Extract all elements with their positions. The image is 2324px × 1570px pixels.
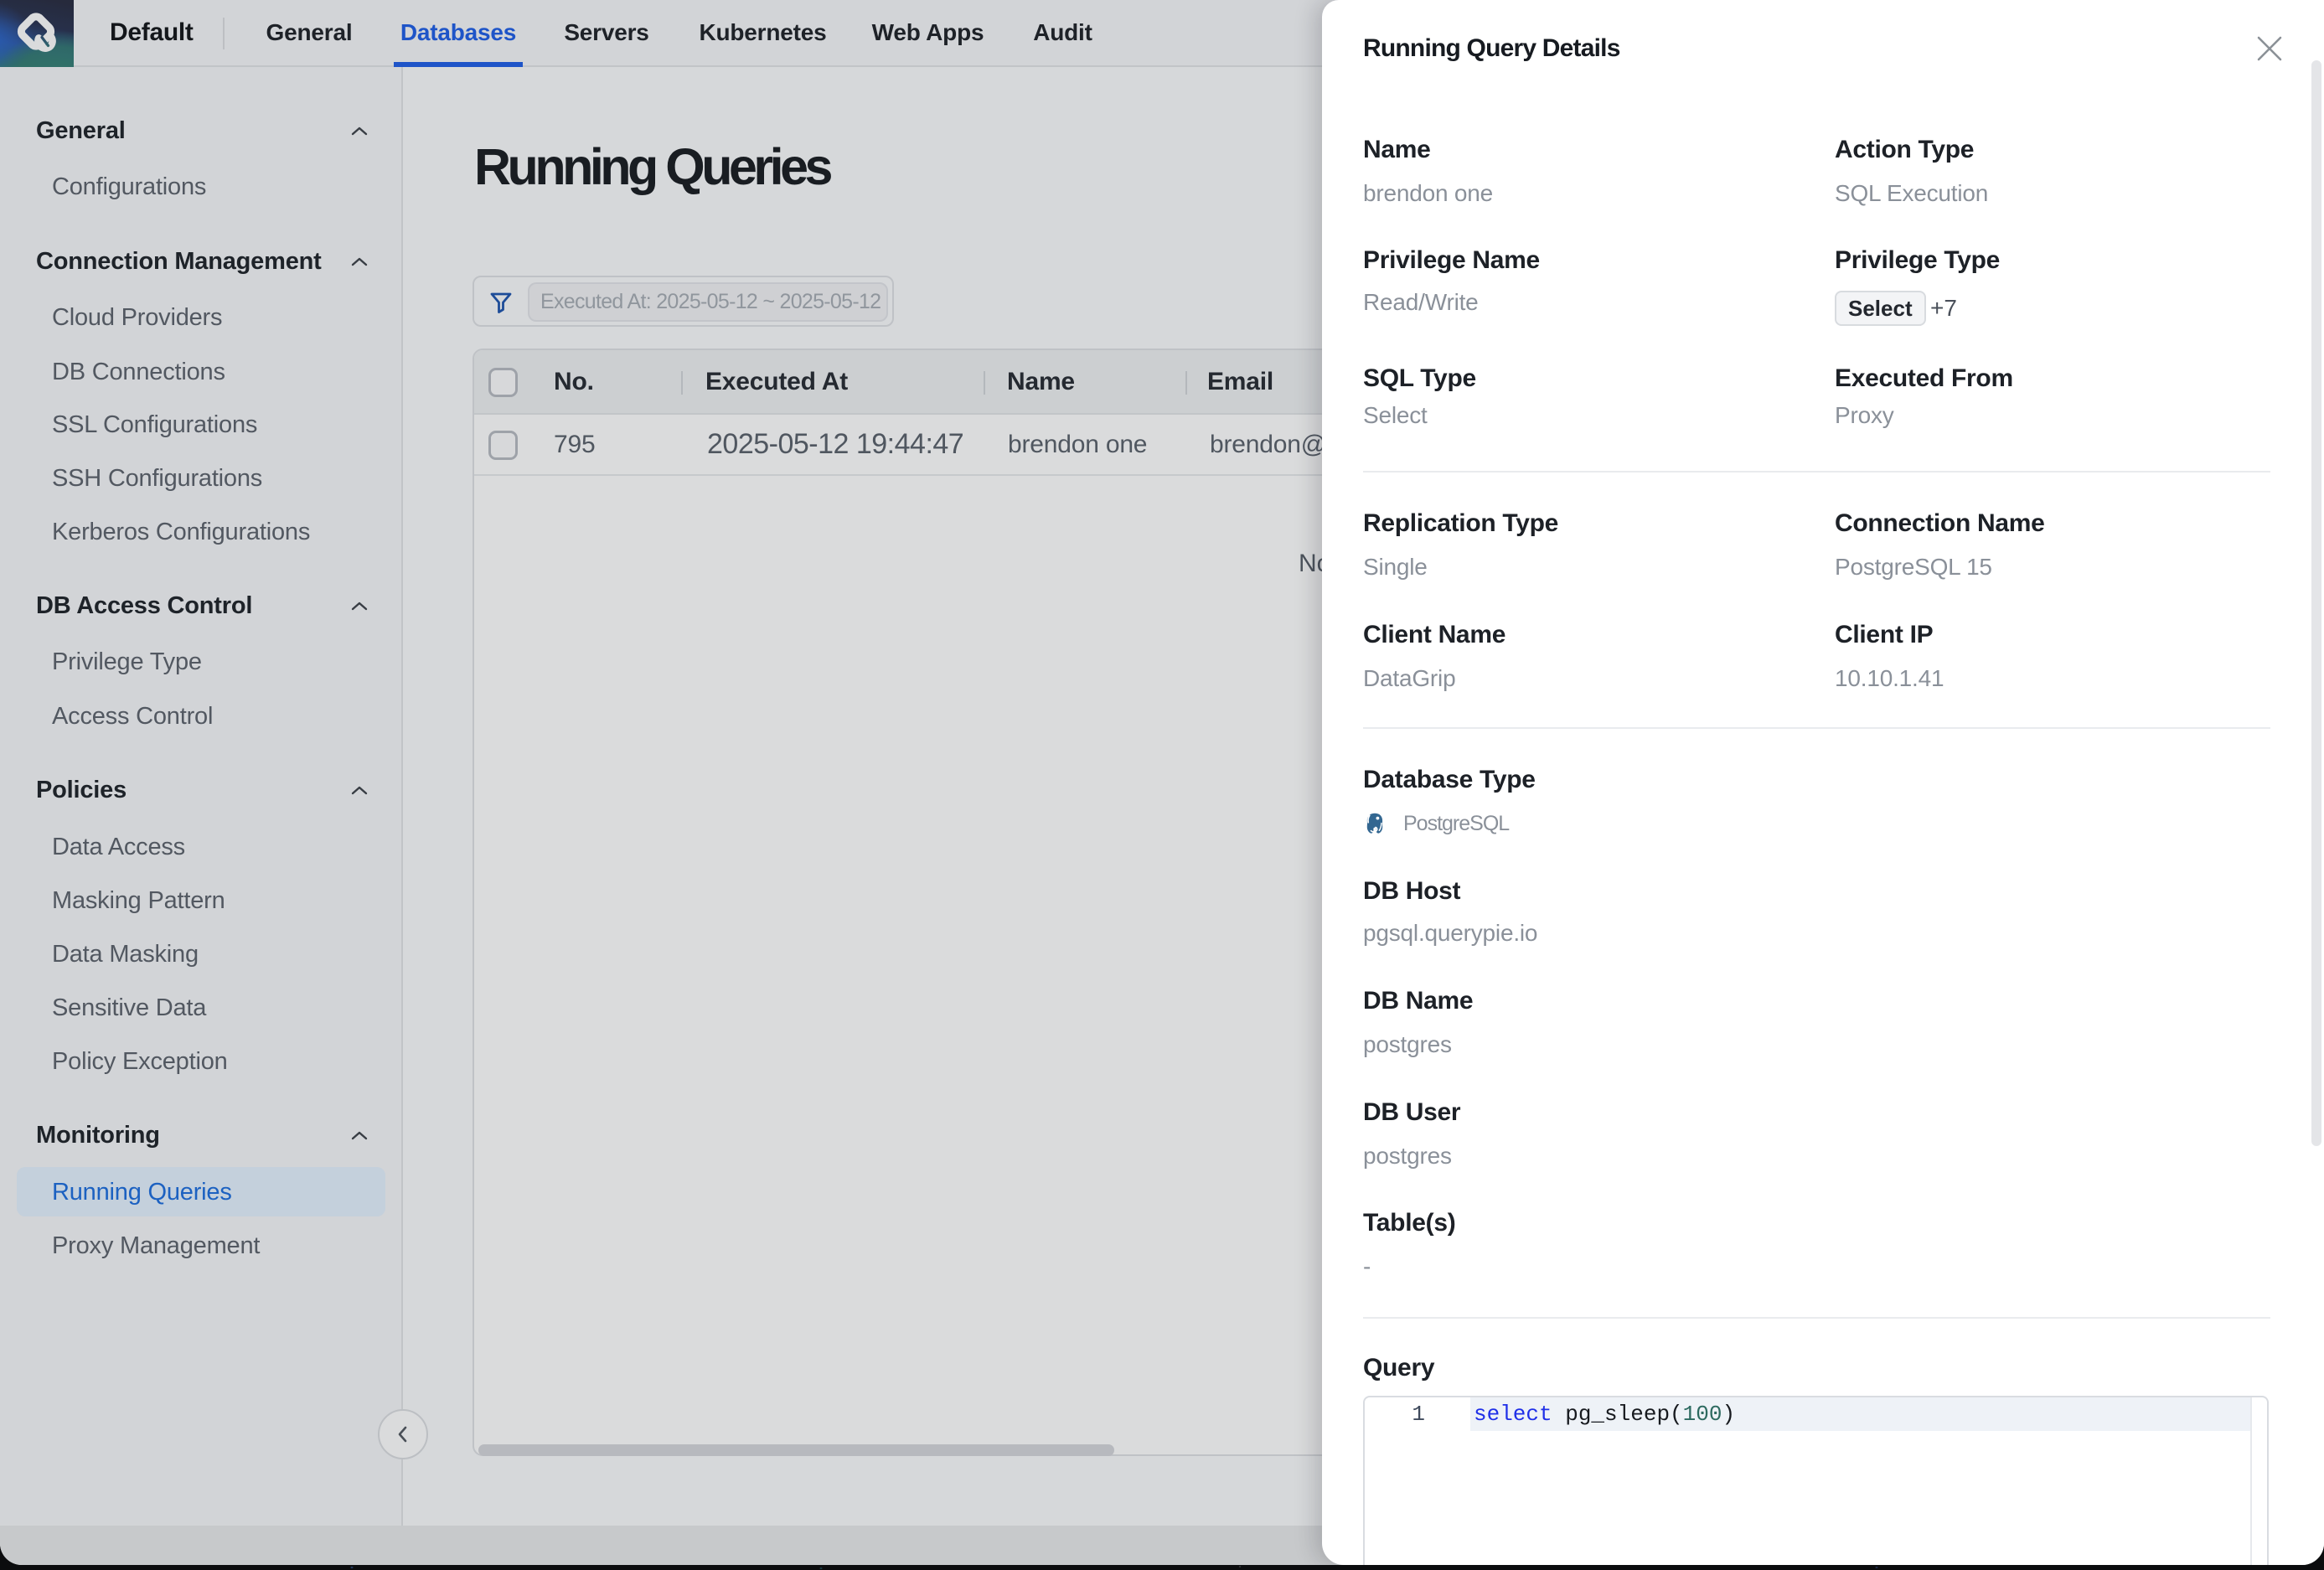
field-value-executed-from: Proxy <box>1835 399 1894 432</box>
field-value-db-user: postgres <box>1363 1139 1452 1173</box>
field-value-tables: - <box>1363 1250 1371 1283</box>
field-value-name: brendon one <box>1363 177 1493 210</box>
field-value-db-name: postgres <box>1363 1028 1452 1061</box>
privilege-type-chip: Select <box>1835 291 1926 326</box>
app-window: Default General Databases Servers Kubern… <box>0 0 2324 1565</box>
field-label-database-type: Database Type <box>1363 763 1536 797</box>
field-label-client-ip: Client IP <box>1835 618 1933 652</box>
divider <box>1363 727 2270 729</box>
field-label-db-name: DB Name <box>1363 984 1473 1018</box>
close-button[interactable] <box>2254 34 2285 64</box>
field-label-query: Query <box>1363 1351 1434 1385</box>
field-label-connection-name: Connection Name <box>1835 507 2045 540</box>
sql-text: pg_sleep( <box>1552 1402 1683 1427</box>
field-label-db-host: DB Host <box>1363 875 1460 908</box>
sql-keyword: select <box>1474 1402 1552 1427</box>
field-label-action-type: Action Type <box>1835 133 1974 167</box>
drawer-scrollbar-thumb[interactable] <box>2311 60 2321 1146</box>
field-label-privilege-name: Privilege Name <box>1363 244 1540 277</box>
running-query-details-drawer: Running Query Details Name brendon one A… <box>1322 0 2324 1565</box>
field-value-connection-name: PostgreSQL 15 <box>1835 550 1992 584</box>
field-value-privilege-name: Read/Write <box>1363 286 1479 319</box>
field-label-client-name: Client Name <box>1363 618 1505 652</box>
divider <box>1363 1317 2270 1319</box>
field-label-privilege-type: Privilege Type <box>1835 244 2000 277</box>
field-value-replication-type: Single <box>1363 550 1428 584</box>
close-icon <box>2254 34 2285 64</box>
database-type-row: PostgreSQL <box>1363 807 1509 840</box>
field-value-client-name: DataGrip <box>1363 662 1455 695</box>
field-value-sql-type: Select <box>1363 399 1428 432</box>
field-label-executed-from: Executed From <box>1835 362 2013 395</box>
query-code-editor[interactable]: 1 select pg_sleep(100) <box>1363 1396 2269 1565</box>
sql-text: ) <box>1722 1402 1735 1427</box>
divider <box>1363 471 2270 473</box>
editor-scrollbar-gutter <box>2250 1397 2252 1565</box>
field-value-database-type: PostgreSQL <box>1403 812 1509 836</box>
field-value-action-type: SQL Execution <box>1835 177 1988 210</box>
field-value-client-ip: 10.10.1.41 <box>1835 662 1944 695</box>
line-number: 1 <box>1365 1397 1470 1431</box>
postgresql-icon <box>1363 812 1387 835</box>
query-code-line: select pg_sleep(100) <box>1474 1397 1735 1431</box>
sql-number: 100 <box>1683 1402 1722 1427</box>
drawer-title: Running Query Details <box>1363 30 1620 67</box>
field-value-db-host: pgsql.querypie.io <box>1363 917 1537 950</box>
field-label-db-user: DB User <box>1363 1096 1460 1129</box>
privilege-type-extra-count[interactable]: +7 <box>1930 292 1957 325</box>
field-label-tables: Table(s) <box>1363 1206 1455 1240</box>
field-label-sql-type: SQL Type <box>1363 362 1476 395</box>
field-label-replication-type: Replication Type <box>1363 507 1558 540</box>
field-label-name: Name <box>1363 133 1431 167</box>
